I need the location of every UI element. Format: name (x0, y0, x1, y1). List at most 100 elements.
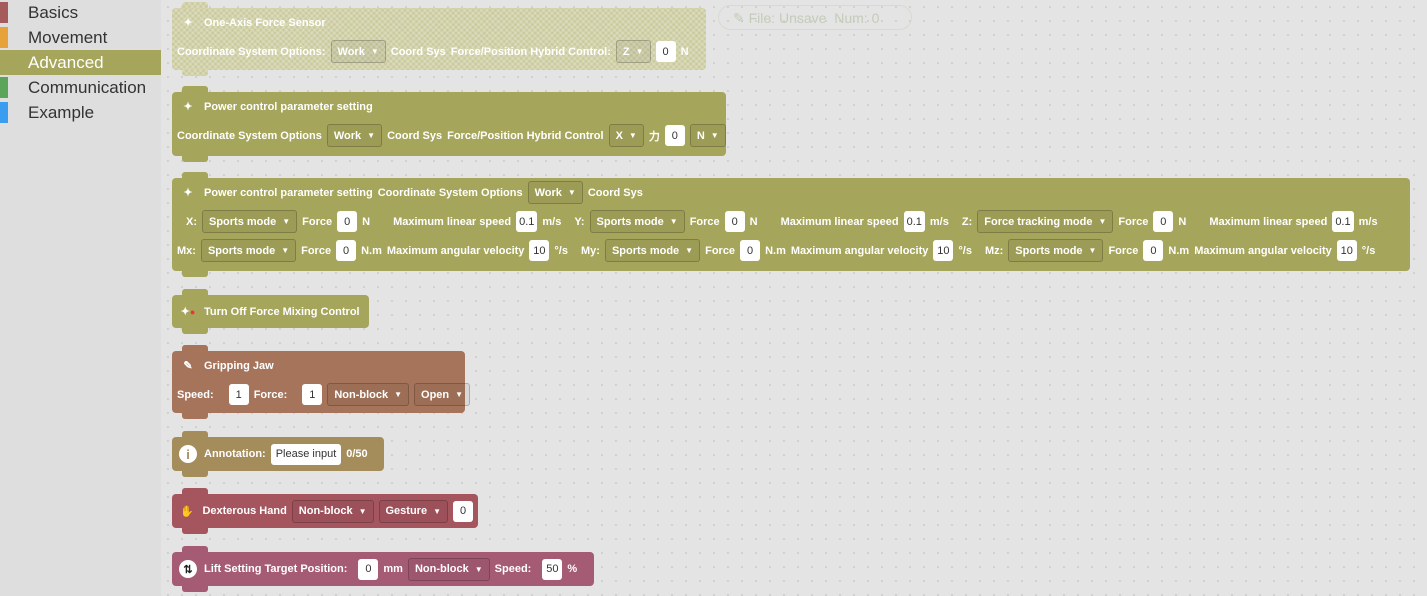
axis-label: X: (186, 215, 197, 228)
chevron-down-icon: ▼ (455, 390, 464, 399)
annotation-block[interactable]: i Annotation: Please input 0/50 (172, 431, 384, 477)
axis-dropdown[interactable]: X ▼ (608, 124, 644, 147)
category-sidebar: Basics Movement Advanced Communication E… (0, 0, 161, 596)
dropdown-value: Open (421, 388, 450, 401)
dropdown-value: Non-block (414, 563, 469, 575)
block-title: Dexterous Hand (202, 505, 287, 517)
chevron-down-icon: ▼ (358, 506, 367, 516)
dropdown-value: Force tracking mode (984, 215, 1093, 228)
block-title: One-Axis Force Sensor (204, 16, 326, 29)
unit-label: N (362, 215, 371, 228)
lift-setting-block[interactable]: ⇅ Lift Setting Target Position: 0 mm Non… (172, 546, 594, 592)
force-input[interactable]: 0 (1153, 211, 1174, 232)
gripping-jaw-block[interactable]: ✎ Gripping Jaw Speed: 1 Force: 1 Non-bloc… (172, 345, 471, 419)
coord-label: Coordinate System Options (377, 186, 523, 199)
chevron-down-icon: ▼ (567, 188, 576, 197)
force-input[interactable]: 0 (664, 125, 685, 146)
dropdown-value: N (696, 129, 705, 142)
dropdown-value: Sports mode (1015, 244, 1083, 257)
category-label: Basics (28, 3, 79, 22)
gripper-icon: ✎ (183, 360, 193, 372)
speed-input[interactable]: 10 (933, 240, 954, 261)
dropdown-value: X (615, 129, 623, 142)
force-input[interactable]: 0 (336, 240, 357, 261)
coord-system-dropdown[interactable]: Work ▼ (326, 124, 383, 147)
action-dropdown[interactable]: Open ▼ (414, 383, 471, 406)
chevron-down-icon: ▼ (370, 47, 379, 56)
file-status: ✎ File: Unsave Num: 0 (718, 5, 912, 30)
hand-mode-dropdown[interactable]: Gesture ▼ (378, 499, 448, 523)
coord-sys-label: Coord Sys (390, 45, 446, 58)
category-example[interactable]: Example (0, 100, 161, 125)
force-input[interactable]: 0 (1143, 240, 1164, 261)
force-input[interactable]: 0 (337, 211, 358, 232)
coord-system-dropdown[interactable]: Work ▼ (330, 40, 386, 63)
category-color-swatch (0, 27, 8, 48)
mode-dropdown[interactable]: Force tracking mode ▼ (977, 210, 1114, 233)
mode-dropdown[interactable]: Sports mode ▼ (1008, 239, 1104, 262)
position-input[interactable]: 0 (358, 558, 379, 580)
dexterous-hand-block[interactable]: ✋ Dexterous Hand Non-block ▼ Gesture ▼ 0 (172, 488, 478, 534)
block-mode-dropdown[interactable]: Non-block ▼ (327, 383, 410, 406)
unit-label: N.m (765, 244, 786, 257)
force-sensor-icon: ✦ (183, 101, 193, 113)
force-char-label: 力 (648, 130, 660, 143)
mode-dropdown[interactable]: Sports mode ▼ (604, 239, 701, 262)
force-input[interactable]: 0 (724, 211, 745, 232)
dropdown-value: Sports mode (207, 244, 276, 257)
block-mode-dropdown[interactable]: Non-block ▼ (291, 499, 374, 523)
up-down-arrows-icon: ⇅ (177, 559, 199, 579)
speed-input[interactable]: 10 (1336, 240, 1357, 261)
force-label: Force (301, 244, 332, 257)
speed-input[interactable]: 0.1 (903, 211, 925, 232)
speed-input[interactable]: 10 (529, 240, 550, 261)
unit-label: % (567, 563, 578, 575)
dropdown-value: Sports mode (611, 244, 680, 257)
speed-input[interactable]: 0.1 (1332, 211, 1354, 232)
category-communication[interactable]: Communication (0, 75, 161, 100)
mode-dropdown[interactable]: Sports mode ▼ (200, 239, 297, 262)
axis-label: My: (580, 244, 600, 257)
speed-label: Speed: (177, 388, 214, 401)
speed-input[interactable]: 1 (228, 384, 249, 405)
category-label: Example (28, 103, 95, 122)
unit-label: N (680, 45, 689, 58)
force-input[interactable]: 1 (302, 384, 323, 405)
dropdown-value: Sports mode (209, 215, 277, 228)
block-title: Power control parameter setting (204, 186, 373, 199)
one-axis-force-sensor-block[interactable]: ✦ One-Axis Force Sensor Coordinate System… (172, 2, 706, 76)
turn-off-force-mixing-block[interactable]: ✦ ● Turn Off Force Mixing Control (172, 289, 369, 334)
force-sensor-icon: ✦ (183, 187, 193, 199)
force-input[interactable]: 0 (740, 240, 761, 261)
unit-label: °/s (554, 244, 568, 257)
category-color-swatch (0, 52, 8, 73)
hand-icon: ✋ (180, 505, 195, 518)
mode-dropdown[interactable]: Sports mode ▼ (202, 210, 298, 233)
unit-dropdown[interactable]: N ▼ (689, 124, 726, 147)
hybrid-label: Force/Position Hybrid Control (447, 129, 604, 142)
dropdown-value: Work (534, 186, 562, 199)
category-label: Movement (28, 28, 108, 47)
force-label: Force (689, 215, 720, 228)
category-basics[interactable]: Basics (0, 0, 161, 25)
speed-label: Maximum linear speed (393, 215, 512, 228)
unit-label: m/s (1358, 215, 1378, 228)
category-advanced[interactable]: Advanced (0, 50, 161, 75)
power-control-block[interactable]: ✦ Power control parameter setting Coordin… (172, 86, 726, 162)
category-movement[interactable]: Movement (0, 25, 161, 50)
coord-system-dropdown[interactable]: Work ▼ (527, 181, 583, 204)
block-mode-dropdown[interactable]: Non-block ▼ (407, 557, 490, 581)
chevron-down-icon: ▼ (669, 217, 678, 226)
power-control-full-block[interactable]: ✦ Power control parameter setting Coordi… (172, 172, 1410, 277)
axis-dropdown[interactable]: Z ▼ (615, 40, 651, 63)
category-color-swatch (0, 77, 8, 98)
speed-input[interactable]: 50 (542, 558, 563, 580)
unit-label: N (749, 215, 758, 228)
annotation-input[interactable]: Please input (270, 443, 342, 465)
mode-dropdown[interactable]: Sports mode ▼ (589, 210, 685, 233)
category-color-swatch (0, 102, 8, 123)
num-label: Num: (834, 10, 868, 26)
force-input[interactable]: 0 (655, 41, 676, 62)
gesture-input[interactable]: 0 (453, 500, 473, 522)
speed-input[interactable]: 0.1 (516, 211, 538, 232)
